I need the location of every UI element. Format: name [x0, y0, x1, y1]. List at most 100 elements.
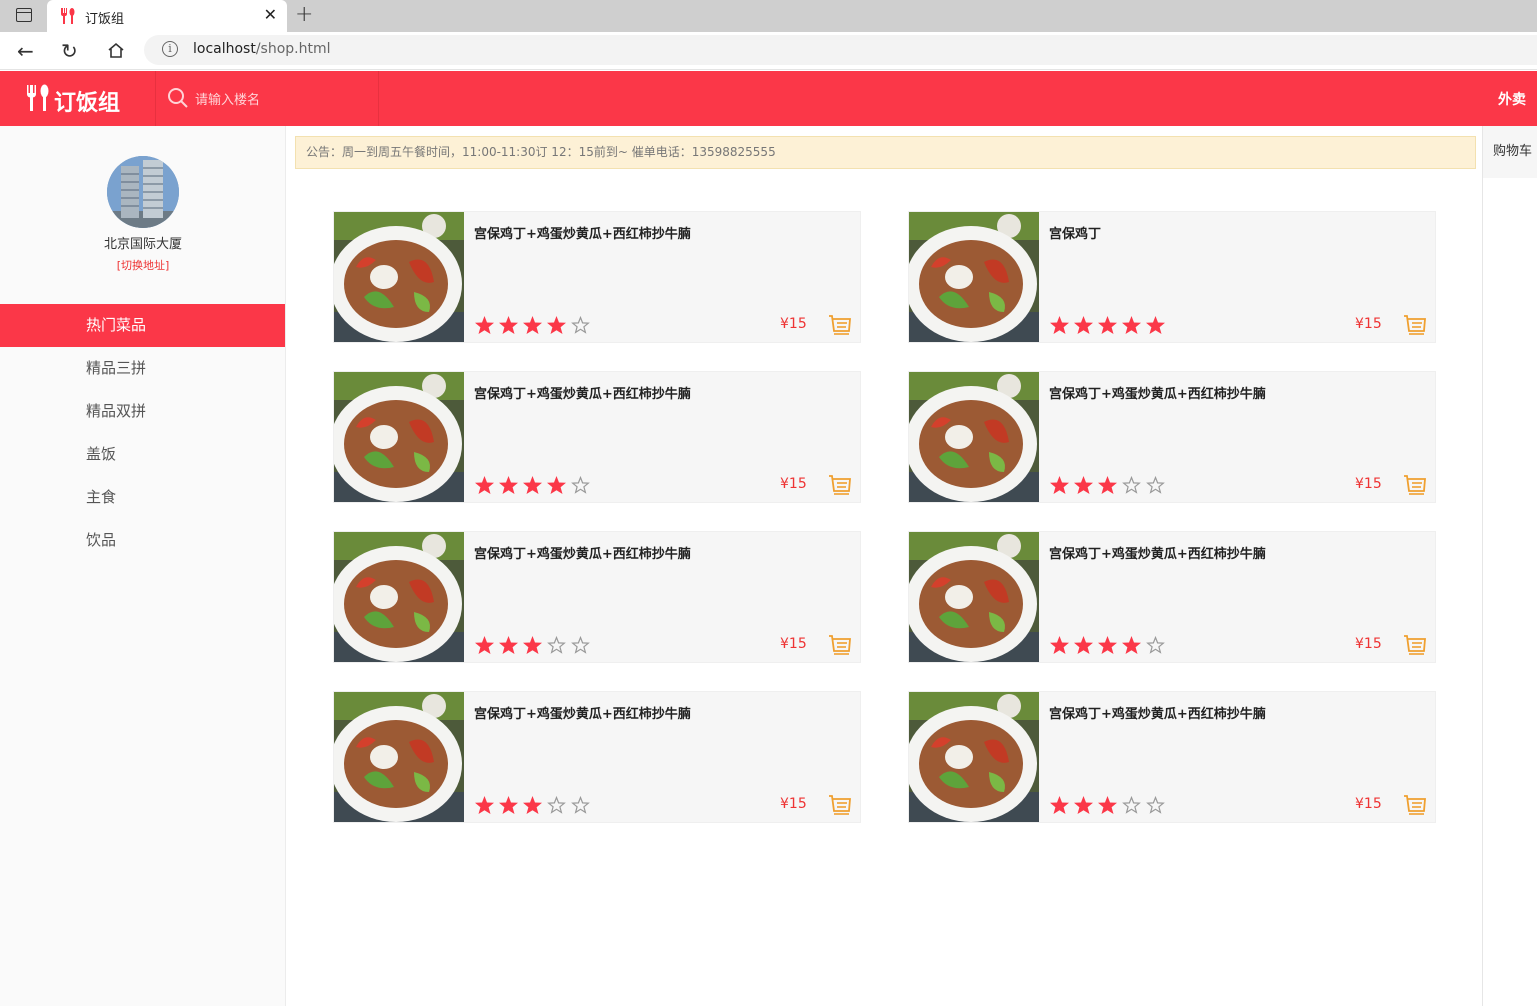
- dish-rating: [1049, 795, 1166, 815]
- star-filled-icon: [1050, 476, 1069, 494]
- dish-card[interactable]: 宫保鸡丁+鸡蛋炒黄瓜+西红柿抄牛腩 ¥15: [908, 691, 1436, 823]
- browser-tab[interactable]: 订饭组 ✕: [47, 0, 287, 32]
- star-empty-icon: [547, 795, 566, 814]
- dish-card[interactable]: 宫保鸡丁+鸡蛋炒黄瓜+西红柿抄牛腩 ¥15: [908, 371, 1436, 503]
- star-filled-icon: [499, 316, 518, 334]
- dish-rating: [474, 635, 591, 655]
- fork-spoon-icon: [27, 84, 49, 111]
- logo[interactable]: 订饭组: [0, 71, 156, 126]
- search-input[interactable]: [195, 88, 365, 110]
- add-to-cart-icon[interactable]: [1403, 474, 1427, 496]
- browser-tab-bar: 订饭组 ✕ +: [0, 0, 1537, 32]
- star-filled-icon: [1074, 636, 1093, 654]
- star-filled-icon: [547, 476, 566, 494]
- sidebar-item[interactable]: 精品双拼: [0, 390, 285, 433]
- dish-price: ¥15: [1355, 796, 1382, 812]
- dish-rating: [1049, 635, 1166, 655]
- dish-price: ¥15: [1355, 316, 1382, 332]
- dish-image: [334, 212, 464, 342]
- sidebar-item[interactable]: 主食: [0, 476, 285, 519]
- star-filled-icon: [523, 316, 542, 334]
- star-filled-icon: [499, 476, 518, 494]
- url-field[interactable]: i localhost/shop.html: [144, 35, 1537, 65]
- star-filled-icon: [475, 636, 494, 654]
- search-box: [157, 71, 379, 126]
- star-filled-icon: [1146, 316, 1165, 334]
- home-icon[interactable]: [107, 42, 125, 59]
- dish-price: ¥15: [780, 476, 807, 492]
- reload-icon[interactable]: ↻: [61, 39, 78, 63]
- star-empty-icon: [571, 795, 590, 814]
- star-filled-icon: [1122, 316, 1141, 334]
- dish-image: [334, 372, 464, 502]
- switch-address-link[interactable]: [切换地址]: [0, 257, 286, 273]
- dish-name: 宫保鸡丁+鸡蛋炒黄瓜+西红柿抄牛腩: [474, 227, 691, 242]
- star-empty-icon: [1122, 795, 1141, 814]
- dish-rating: [474, 795, 591, 815]
- dish-card[interactable]: 宫保鸡丁+鸡蛋炒黄瓜+西红柿抄牛腩 ¥15: [333, 691, 861, 823]
- dish-name: 宫保鸡丁+鸡蛋炒黄瓜+西红柿抄牛腩: [1049, 547, 1266, 562]
- star-filled-icon: [499, 796, 518, 814]
- star-empty-icon: [1146, 795, 1165, 814]
- dish-image: [334, 692, 464, 822]
- add-to-cart-icon[interactable]: [828, 634, 852, 656]
- building-avatar: [107, 156, 179, 228]
- dish-image: [909, 212, 1039, 342]
- star-filled-icon: [1098, 636, 1117, 654]
- new-tab-icon[interactable]: +: [295, 2, 313, 27]
- back-icon[interactable]: ←: [17, 39, 34, 63]
- dish-image: [909, 692, 1039, 822]
- star-filled-icon: [475, 796, 494, 814]
- star-filled-icon: [523, 476, 542, 494]
- star-empty-icon: [571, 635, 590, 654]
- dish-card[interactable]: 宫保鸡丁+鸡蛋炒黄瓜+西红柿抄牛腩 ¥15: [333, 531, 861, 663]
- add-to-cart-icon[interactable]: [828, 794, 852, 816]
- add-to-cart-icon[interactable]: [828, 314, 852, 336]
- dish-price: ¥15: [780, 316, 807, 332]
- sidebar-item[interactable]: 精品三拼: [0, 347, 285, 390]
- cart-label[interactable]: 购物车: [1483, 126, 1537, 178]
- cart-panel: 购物车: [1482, 126, 1537, 1006]
- dish-price: ¥15: [780, 796, 807, 812]
- dish-rating: [474, 475, 591, 495]
- search-icon[interactable]: [167, 87, 189, 109]
- logo-text: 订饭组: [54, 91, 121, 116]
- dish-name: 宫保鸡丁+鸡蛋炒黄瓜+西红柿抄牛腩: [1049, 707, 1266, 722]
- star-filled-icon: [1050, 316, 1069, 334]
- star-filled-icon: [1074, 796, 1093, 814]
- dish-name: 宫保鸡丁+鸡蛋炒黄瓜+西红柿抄牛腩: [474, 547, 691, 562]
- dish-image: [909, 532, 1039, 662]
- dish-rating: [1049, 315, 1166, 335]
- info-icon[interactable]: i: [162, 41, 178, 57]
- takeout-link[interactable]: 外卖: [1498, 89, 1526, 109]
- url-path: /shop.html: [255, 41, 331, 57]
- app-header: 订饭组 外卖: [0, 71, 1537, 126]
- add-to-cart-icon[interactable]: [1403, 314, 1427, 336]
- tab-actions-icon[interactable]: [16, 8, 32, 22]
- close-tab-icon[interactable]: ✕: [264, 5, 277, 24]
- dish-card[interactable]: 宫保鸡丁+鸡蛋炒黄瓜+西红柿抄牛腩 ¥15: [333, 371, 861, 503]
- dish-name: 宫保鸡丁+鸡蛋炒黄瓜+西红柿抄牛腩: [474, 707, 691, 722]
- dish-card[interactable]: 宫保鸡丁+鸡蛋炒黄瓜+西红柿抄牛腩 ¥15: [333, 211, 861, 343]
- star-filled-icon: [1122, 636, 1141, 654]
- sidebar-item[interactable]: 热门菜品: [0, 304, 285, 347]
- star-filled-icon: [1050, 796, 1069, 814]
- sidebar-item[interactable]: 饮品: [0, 519, 285, 562]
- dish-card[interactable]: 宫保鸡丁+鸡蛋炒黄瓜+西红柿抄牛腩 ¥15: [908, 531, 1436, 663]
- star-filled-icon: [547, 316, 566, 334]
- notice-banner: 公告：周一到周五午餐时间，11:00-11:30订 12：15前到~ 催单电话：…: [295, 136, 1476, 169]
- add-to-cart-icon[interactable]: [1403, 794, 1427, 816]
- add-to-cart-icon[interactable]: [828, 474, 852, 496]
- star-filled-icon: [499, 636, 518, 654]
- star-filled-icon: [1074, 476, 1093, 494]
- dish-rating: [474, 315, 591, 335]
- star-empty-icon: [547, 635, 566, 654]
- building-name: 北京国际大厦: [103, 237, 182, 252]
- sidebar: 北京国际大厦 [切换地址] 热门菜品 精品三拼 精品双拼 盖饭 主食 饮品: [0, 126, 286, 1006]
- dish-price: ¥15: [780, 636, 807, 652]
- sidebar-item[interactable]: 盖饭: [0, 433, 285, 476]
- star-filled-icon: [475, 476, 494, 494]
- dish-card[interactable]: 宫保鸡丁 ¥15: [908, 211, 1436, 343]
- add-to-cart-icon[interactable]: [1403, 634, 1427, 656]
- address-bar: ← ↻ i localhost/shop.html: [0, 32, 1537, 70]
